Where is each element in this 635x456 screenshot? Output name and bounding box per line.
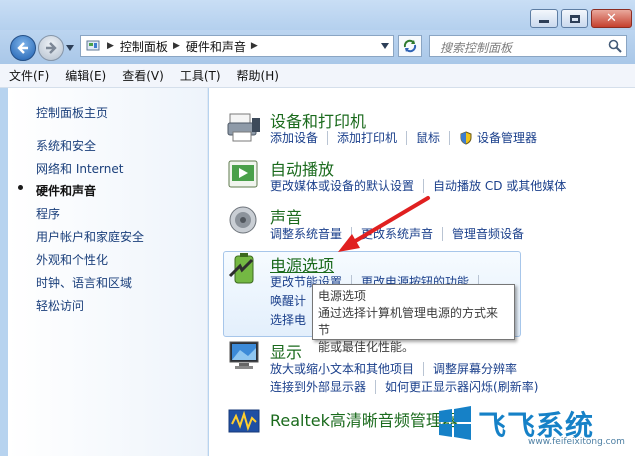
autoplay-cd-link[interactable]: 自动播放 CD 或其他媒体	[433, 177, 566, 194]
battery-icon[interactable]	[226, 252, 262, 286]
chevron-right-icon: ▶	[172, 41, 180, 51]
autoplay-icon[interactable]	[226, 158, 262, 192]
minimize-button[interactable]	[530, 9, 558, 28]
autoplay-links: 更改媒体或设备的默认设置 自动播放 CD 或其他媒体	[270, 177, 566, 194]
adjust-volume-link[interactable]: 调整系统音量	[270, 225, 342, 242]
chevron-right-icon: ▶	[107, 41, 114, 51]
active-bullet-icon	[18, 185, 23, 190]
tooltip-line2: 能或最佳化性能。	[318, 340, 415, 354]
watermark-url: www.feifeixitong.com	[528, 437, 625, 447]
chevron-right-icon: ▶	[250, 41, 258, 51]
refresh-icon	[403, 39, 417, 53]
mouse-link[interactable]: 鼠标	[416, 129, 440, 146]
sidebar-item-appearance[interactable]: 外观和个性化	[36, 251, 108, 268]
sidebar-item-network[interactable]: 网络和 Internet	[36, 160, 123, 177]
monitor-icon[interactable]	[226, 338, 262, 372]
menu-bar: 文件(F) 编辑(E) 查看(V) 工具(T) 帮助(H)	[0, 64, 635, 88]
change-system-sounds-link[interactable]: 更改系统声音	[361, 225, 433, 242]
power-options-tooltip: 电源选项 通过选择计算机管理电源的方式来节 能或最佳化性能。	[312, 284, 515, 354]
menu-file[interactable]: 文件(F)	[9, 67, 49, 84]
sidebar-item-hardware-sound[interactable]: 硬件和声音	[36, 182, 96, 199]
back-button[interactable]	[10, 35, 36, 61]
power-links-row2: 唤醒计	[270, 292, 306, 309]
history-dropdown-icon[interactable]	[66, 45, 74, 51]
shield-icon	[460, 130, 472, 145]
choose-power-plan-link[interactable]: 选择电	[270, 311, 306, 328]
search-box[interactable]: 搜索控制面板	[429, 35, 627, 57]
sidebar-item-system-security[interactable]: 系统和安全	[36, 137, 96, 154]
sound-links: 调整系统音量 更改系统声音 管理音频设备	[270, 225, 524, 242]
breadcrumb-hardware-sound[interactable]: 硬件和声音	[186, 38, 246, 55]
sidebar-item-programs[interactable]: 程序	[36, 205, 60, 222]
menu-edit[interactable]: 编辑(E)	[65, 67, 106, 84]
title-bar: ✕	[0, 0, 635, 30]
sidebar-item-user-accounts[interactable]: 用户帐户和家庭安全	[36, 228, 144, 245]
search-icon[interactable]	[608, 39, 622, 53]
device-manager-link[interactable]: 设备管理器	[477, 129, 537, 146]
tooltip-title: 电源选项	[318, 289, 367, 303]
add-printer-link[interactable]: 添加打印机	[337, 129, 397, 146]
speaker-icon[interactable]	[226, 203, 262, 237]
resize-text-link[interactable]: 放大或缩小文本和其他项目	[270, 360, 414, 377]
control-panel-icon	[86, 40, 100, 51]
refresh-button[interactable]	[398, 35, 422, 57]
breadcrumb-control-panel[interactable]: 控制面板	[120, 38, 168, 55]
search-input[interactable]: 搜索控制面板	[440, 39, 512, 56]
sidebar: 控制面板主页 系统和安全 网络和 Internet 硬件和声音 程序 用户帐户和…	[8, 88, 208, 456]
audio-manager-icon[interactable]	[226, 404, 262, 438]
maximize-button[interactable]	[561, 9, 588, 28]
display-links-row2: 连接到外部显示器 如何更正显示器闪烁(刷新率)	[270, 378, 538, 395]
add-device-link[interactable]: 添加设备	[270, 129, 318, 146]
forward-button[interactable]	[38, 35, 64, 61]
devices-links: 添加设备 添加打印机 鼠标 设备管理器	[270, 129, 537, 146]
display-links: 放大或缩小文本和其他项目 调整屏幕分辨率	[270, 360, 517, 377]
sidebar-item-clock-region[interactable]: 时钟、语言和区域	[36, 274, 132, 291]
manage-audio-devices-link[interactable]: 管理音频设备	[452, 225, 524, 242]
printer-icon[interactable]	[226, 110, 262, 144]
adjust-resolution-link[interactable]: 调整屏幕分辨率	[433, 360, 517, 377]
menu-view[interactable]: 查看(V)	[122, 67, 164, 84]
connect-external-display-link[interactable]: 连接到外部显示器	[270, 378, 366, 395]
sidebar-item-ease-of-access[interactable]: 轻松访问	[36, 297, 84, 314]
sidebar-item-home[interactable]: 控制面板主页	[36, 104, 108, 121]
realtek-title[interactable]: Realtek高清晰音频管理器	[270, 407, 458, 431]
arrow-right-icon	[46, 42, 57, 54]
windows-logo-icon	[439, 406, 471, 440]
address-bar[interactable]: ▶ 控制面板 ▶ 硬件和声音 ▶	[80, 35, 394, 57]
tooltip-line1: 通过选择计算机管理电源的方式来节	[318, 306, 499, 337]
close-icon: ✕	[606, 11, 617, 26]
wake-computer-link[interactable]: 唤醒计	[270, 292, 306, 309]
menu-tools[interactable]: 工具(T)	[180, 67, 221, 84]
arrow-left-icon	[17, 42, 28, 54]
power-links-row3: 选择电	[270, 311, 306, 328]
minimize-icon	[539, 20, 549, 23]
close-button[interactable]: ✕	[591, 9, 632, 28]
address-dropdown-icon[interactable]	[381, 43, 389, 49]
fix-flicker-link[interactable]: 如何更正显示器闪烁(刷新率)	[385, 378, 538, 395]
maximize-icon	[569, 14, 580, 23]
menu-help[interactable]: 帮助(H)	[237, 67, 279, 84]
change-media-defaults-link[interactable]: 更改媒体或设备的默认设置	[270, 177, 414, 194]
